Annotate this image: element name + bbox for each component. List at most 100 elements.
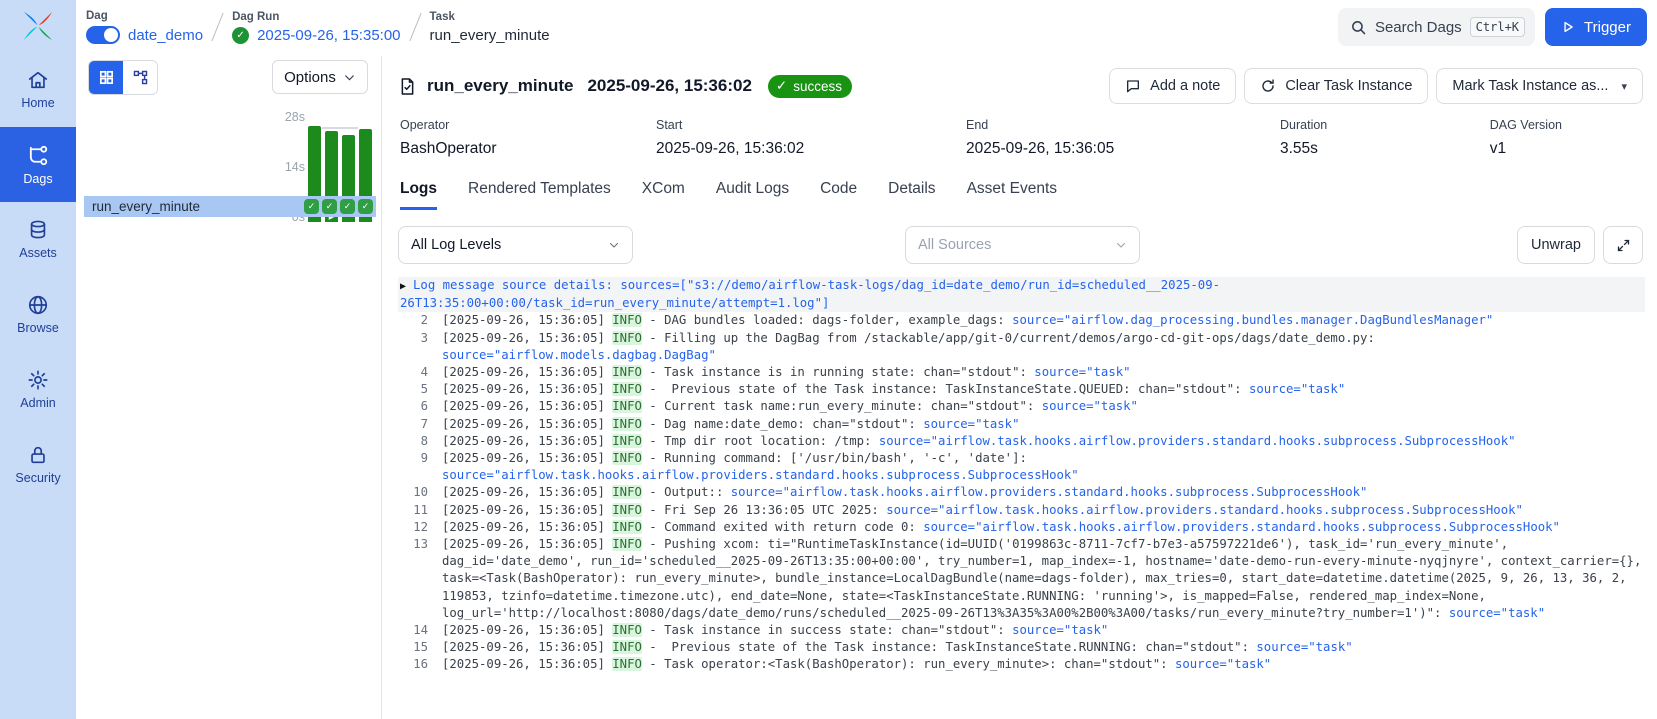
log-level-chip: INFO (612, 485, 642, 499)
log-line-number: 3 (398, 330, 428, 364)
log-level-chip: INFO (612, 399, 642, 413)
search-placeholder: Search Dags (1375, 19, 1462, 36)
expand-triangle-icon[interactable]: ▶ (400, 281, 406, 292)
meta-operator: Operator BashOperator (400, 118, 656, 158)
log-line-content: [2025-09-26, 15:36:05] INFO - DAG bundle… (442, 312, 1645, 329)
sidebar-item-assets[interactable]: Assets (0, 202, 76, 277)
tab-xcom[interactable]: XCom (642, 180, 685, 210)
clear-task-instance-button[interactable]: Clear Task Instance (1244, 68, 1428, 104)
sidebar-item-dags[interactable]: Dags (0, 127, 76, 202)
unwrap-button[interactable]: Unwrap (1517, 226, 1595, 264)
gear-icon (27, 369, 49, 391)
meta-label: Start (656, 118, 966, 132)
log-source-details-line[interactable]: ▶Log message source details: sources=["s… (398, 277, 1645, 312)
log-level-chip: INFO (612, 640, 642, 654)
log-source-link[interactable]: source="airflow.models.dagbag.DagBag" (442, 348, 716, 362)
log-line-content: [2025-09-26, 15:36:05] INFO - Running co… (442, 450, 1645, 484)
log-source-link[interactable]: source="task" (923, 417, 1019, 431)
breadcrumb-dag-run: Dag Run ✓ 2025-09-26, 15:35:00 (232, 11, 400, 44)
log-source-value: All Sources (918, 237, 991, 253)
tab-audit-logs[interactable]: Audit Logs (716, 180, 789, 210)
tab-details[interactable]: Details (888, 180, 935, 210)
trigger-button[interactable]: Trigger (1545, 8, 1647, 46)
task-success-badge[interactable]: ✓ (304, 199, 319, 214)
log-line-content: [2025-09-26, 15:36:05] INFO - Task insta… (442, 622, 1645, 639)
log-source-link[interactable]: source="task" (1256, 640, 1352, 654)
log-source-link[interactable]: source="airflow.task.hooks.airflow.provi… (886, 503, 1523, 517)
topbar: Dag date_demo Dag Run ✓ 2025-09-26, 15:3… (76, 0, 1657, 54)
task-row-run-every-minute[interactable]: run_every_minute ✓✓✓✓ (84, 196, 376, 217)
sidebar-item-home[interactable]: Home (0, 52, 76, 127)
tab-rendered-templates[interactable]: Rendered Templates (468, 180, 611, 210)
log-source-link[interactable]: source="task" (1012, 623, 1108, 637)
log-source-link[interactable]: source="airflow.task.hooks.airflow.provi… (442, 468, 1079, 482)
y-tick: 14s (285, 160, 305, 174)
log-source-select[interactable]: All Sources (905, 226, 1140, 264)
log-line: 14[2025-09-26, 15:36:05] INFO - Task ins… (398, 622, 1645, 639)
log-line-content: [2025-09-26, 15:36:05] INFO - Pushing xc… (442, 536, 1645, 622)
log-source-link[interactable]: source="airflow.task.hooks.airflow.provi… (879, 434, 1516, 448)
tab-asset-events[interactable]: Asset Events (967, 180, 1057, 210)
add-note-button[interactable]: Add a note (1109, 68, 1236, 104)
add-note-label: Add a note (1150, 78, 1220, 94)
log-source-link[interactable]: Log message source details: sources=["s3… (400, 278, 1220, 310)
log-line-number: 2 (398, 312, 428, 329)
dag-pause-toggle[interactable] (86, 26, 120, 44)
log-source-link[interactable]: source="airflow.dag_processing.bundles.m… (1012, 313, 1493, 327)
globe-icon (27, 294, 49, 316)
log-source-link[interactable]: source="airflow.task.hooks.airflow.provi… (923, 520, 1560, 534)
log-source-link[interactable]: source="airflow.task.hooks.airflow.provi… (731, 485, 1368, 499)
log-line-number: 6 (398, 398, 428, 415)
panel-divider[interactable] (381, 56, 382, 719)
tab-code[interactable]: Code (820, 180, 857, 210)
log-line: 15[2025-09-26, 15:36:05] INFO - Previous… (398, 639, 1645, 656)
fullscreen-button[interactable] (1603, 226, 1643, 264)
log-level-chip: INFO (612, 537, 642, 551)
log-level-chip: INFO (612, 657, 642, 671)
airflow-pinwheel-icon (21, 9, 55, 43)
sidebar-item-security[interactable]: Security (0, 427, 76, 502)
log-level-select[interactable]: All Log Levels (398, 226, 633, 264)
log-line-number: 5 (398, 381, 428, 398)
sidebar-item-label: Admin (20, 396, 55, 410)
sidebar: Home Dags Assets Browse Admin Security (0, 0, 76, 719)
log-line: 7[2025-09-26, 15:36:05] INFO - Dag name:… (398, 416, 1645, 433)
search-dags-input[interactable]: Search Dags Ctrl+K (1338, 8, 1535, 46)
log-line: 11[2025-09-26, 15:36:05] INFO - Fri Sep … (398, 502, 1645, 519)
log-source-link[interactable]: source="task" (1175, 657, 1271, 671)
task-doc-icon (398, 77, 417, 96)
log-line-number: 13 (398, 536, 428, 622)
task-success-badge[interactable]: ✓ (322, 199, 337, 214)
log-source-link[interactable]: source="task" (1034, 365, 1130, 379)
run-success-check-icon: ✓ (232, 27, 249, 44)
mark-task-instance-as-button[interactable]: Mark Task Instance as... ▾ (1436, 68, 1643, 104)
log-source-link[interactable]: source="task" (1449, 606, 1545, 620)
breadcrumb-task: Task run_every_minute (430, 11, 550, 44)
dag-link[interactable]: date_demo (128, 27, 203, 44)
task-success-badge[interactable]: ✓ (358, 199, 373, 214)
sidebar-item-browse[interactable]: Browse (0, 277, 76, 352)
task-success-badge[interactable]: ✓ (340, 199, 355, 214)
log-line-content: [2025-09-26, 15:36:05] INFO - Filling up… (442, 330, 1645, 364)
log-level-value: All Log Levels (411, 237, 501, 253)
sidebar-item-admin[interactable]: Admin (0, 352, 76, 427)
meta-end: End 2025-09-26, 15:36:05 (966, 118, 1280, 158)
meta-label: Duration (1280, 118, 1485, 132)
log-source-link[interactable]: source="task" (1042, 399, 1138, 413)
database-icon (27, 219, 49, 241)
log-source-link[interactable]: source="task" (1249, 382, 1345, 396)
sidebar-item-label: Home (21, 96, 54, 110)
log-line-number: 7 (398, 416, 428, 433)
task-instance-meta: Operator BashOperator Start 2025-09-26, … (392, 104, 1657, 158)
breadcrumb: Dag date_demo Dag Run ✓ 2025-09-26, 15:3… (86, 10, 550, 44)
airflow-logo[interactable] (0, 0, 76, 52)
log-line: 3 [2025-09-26, 15:36:05] INFO - Filling u… (398, 330, 1645, 364)
sidebar-item-label: Browse (17, 321, 59, 335)
tab-logs[interactable]: Logs (400, 180, 437, 210)
dag-run-link[interactable]: 2025-09-26, 15:35:00 (257, 27, 400, 44)
log-line: 5[2025-09-26, 15:36:05] INFO - Previous … (398, 381, 1645, 398)
status-badge[interactable]: ✓ success (768, 75, 852, 98)
log-line-number: 11 (398, 502, 428, 519)
meta-value: 2025-09-26, 15:36:02 (656, 140, 966, 158)
chevron-down-icon (608, 239, 620, 251)
